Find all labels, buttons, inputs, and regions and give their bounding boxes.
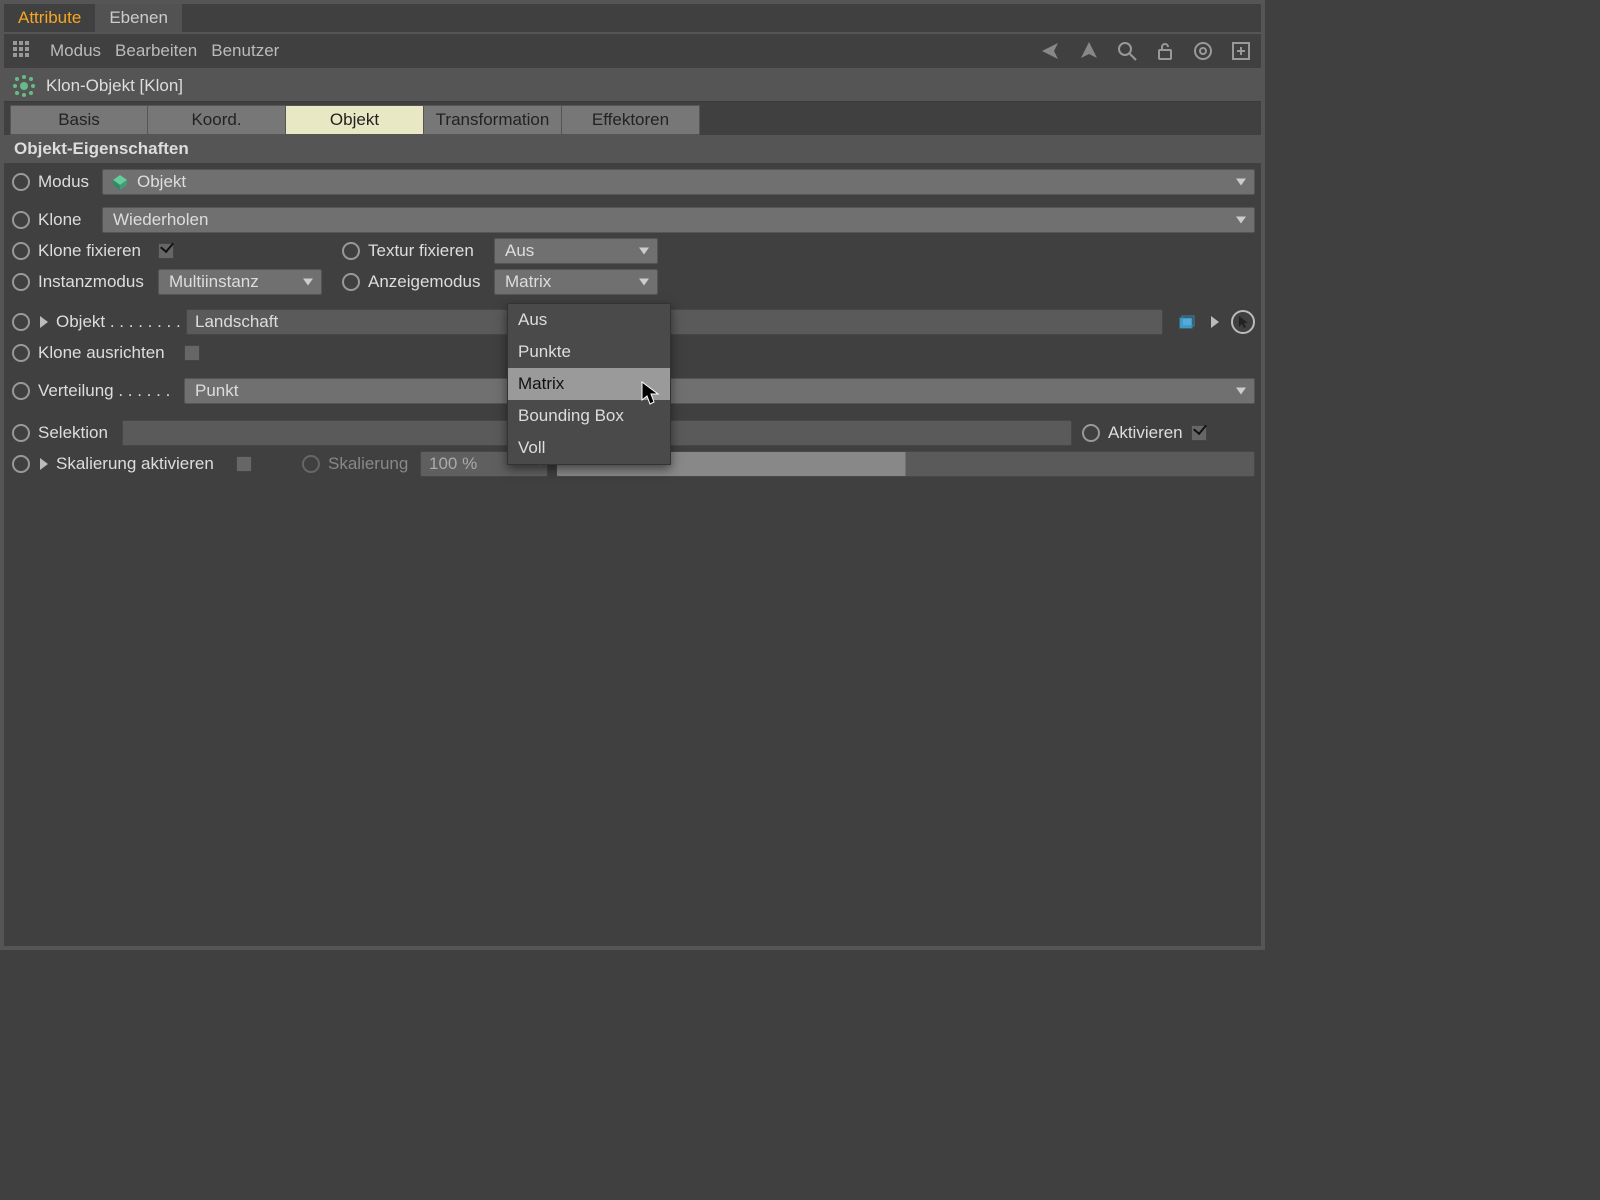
row-klone: Klone Wiederholen <box>10 205 1255 235</box>
anim-dot[interactable] <box>12 211 30 229</box>
nav-up-icon[interactable] <box>1075 37 1103 65</box>
subtab-transformation[interactable]: Transformation <box>424 105 562 135</box>
object-title: Klon-Objekt [Klon] <box>46 76 183 96</box>
dropdown-anzeigemodus[interactable]: Matrix <box>494 269 658 295</box>
checkbox-aktivieren[interactable] <box>1191 425 1207 441</box>
anim-dot[interactable] <box>12 382 30 400</box>
label-modus: Modus <box>38 172 94 192</box>
dropdown-anzeige-value: Matrix <box>505 272 551 292</box>
label-instanzmodus: Instanzmodus <box>38 272 150 292</box>
picker-icon[interactable] <box>1231 310 1255 334</box>
subtab-effektoren[interactable]: Effektoren <box>562 105 700 135</box>
anim-dot[interactable] <box>342 273 360 291</box>
label-skal-aktiv: Skalierung aktivieren <box>56 454 228 474</box>
label-klone-fixieren: Klone fixieren <box>38 241 150 261</box>
lock-icon[interactable] <box>1151 37 1179 65</box>
grid-icon[interactable] <box>10 38 36 64</box>
label-aktivieren: Aktivieren <box>1108 423 1183 443</box>
row-modus: Modus Objekt <box>10 167 1255 197</box>
label-anzeigemodus: Anzeigemodus <box>368 272 486 292</box>
chevron-down-icon <box>639 248 649 255</box>
chevron-down-icon <box>1236 217 1246 224</box>
anim-dot[interactable] <box>1082 424 1100 442</box>
menu-bar: Modus Bearbeiten Benutzer <box>4 34 1261 70</box>
row-instanz: Instanzmodus Multiinstanz Anzeigemodus M… <box>10 267 1255 297</box>
dropdown-klone[interactable]: Wiederholen <box>102 207 1255 233</box>
object-header: Klon-Objekt [Klon] <box>4 70 1261 102</box>
search-icon[interactable] <box>1113 37 1141 65</box>
checkbox-klone-ausrichten[interactable] <box>184 345 200 361</box>
dropdown-verteilung[interactable]: Punkt <box>184 378 1255 404</box>
label-klone-ausrichten: Klone ausrichten <box>38 343 176 363</box>
section-header: Objekt-Eigenschaften <box>4 135 1261 163</box>
anim-dot[interactable] <box>12 424 30 442</box>
top-tabs: Attribute Ebenen <box>4 4 1261 34</box>
expand-arrow-icon[interactable] <box>40 458 48 470</box>
tab-attribute[interactable]: Attribute <box>4 4 95 32</box>
label-textur-fixieren: Textur fixieren <box>368 241 486 261</box>
add-icon[interactable] <box>1227 37 1255 65</box>
subtab-koord[interactable]: Koord. <box>148 105 286 135</box>
anim-dot[interactable] <box>12 344 30 362</box>
subtab-objekt[interactable]: Objekt <box>286 105 424 135</box>
sub-tabs: Basis Koord. Objekt Transformation Effek… <box>4 102 1261 135</box>
anim-dot[interactable] <box>12 173 30 191</box>
anim-dot[interactable] <box>12 273 30 291</box>
dropdown-instanz-value: Multiinstanz <box>169 272 259 292</box>
objekt-mode-icon <box>111 173 129 191</box>
dropdown-modus[interactable]: Objekt <box>102 169 1255 195</box>
dropdown-textur-value: Aus <box>505 241 534 261</box>
subtab-basis[interactable]: Basis <box>10 105 148 135</box>
dropdown-verteilung-value: Punkt <box>195 381 238 401</box>
link-icon[interactable] <box>1175 310 1199 334</box>
dropdown-klone-value: Wiederholen <box>113 210 208 230</box>
chevron-down-icon <box>639 279 649 286</box>
expand-arrow-icon[interactable] <box>40 316 48 328</box>
objekt-field-icons <box>1175 310 1255 334</box>
option-bounding-box[interactable]: Bounding Box <box>508 400 670 432</box>
dropdown-modus-value: Objekt <box>137 172 186 192</box>
anim-dot[interactable] <box>12 313 30 331</box>
dropdown-textur-fixieren[interactable]: Aus <box>494 238 658 264</box>
anim-dot[interactable] <box>12 242 30 260</box>
option-matrix[interactable]: Matrix <box>508 368 670 400</box>
input-skalierung-value: 100 % <box>429 454 477 474</box>
option-punkte[interactable]: Punkte <box>508 336 670 368</box>
anim-dot[interactable] <box>342 242 360 260</box>
anim-dot[interactable] <box>12 455 30 473</box>
anzeigemodus-menu: Aus Punkte Matrix Bounding Box Voll <box>507 303 671 465</box>
chevron-down-icon <box>303 279 313 286</box>
menu-modus[interactable]: Modus <box>50 41 101 61</box>
menu-right-icons <box>1037 37 1255 65</box>
label-verteilung: Verteilung . . . . . . <box>38 381 176 401</box>
field-objekt[interactable]: Landschaft <box>186 309 1163 335</box>
checkbox-klone-fixieren[interactable] <box>158 243 174 259</box>
tab-ebenen[interactable]: Ebenen <box>95 4 182 32</box>
chevron-down-icon <box>1236 388 1246 395</box>
label-skalierung: Skalierung <box>328 454 412 474</box>
label-selektion: Selektion <box>38 423 114 443</box>
field-objekt-value: Landschaft <box>195 312 278 332</box>
menu-bearbeiten[interactable]: Bearbeiten <box>115 41 197 61</box>
menu-benutzer[interactable]: Benutzer <box>211 41 279 61</box>
option-voll[interactable]: Voll <box>508 432 670 464</box>
cloner-icon <box>12 74 36 98</box>
anim-dot[interactable] <box>302 455 320 473</box>
label-objekt: Objekt . . . . . . . . <box>56 312 178 332</box>
checkbox-skal-aktiv[interactable] <box>236 456 252 472</box>
row-fixieren: Klone fixieren Textur fixieren Aus <box>10 236 1255 266</box>
target-icon[interactable] <box>1189 37 1217 65</box>
chevron-down-icon <box>1236 179 1246 186</box>
label-klone: Klone <box>38 210 94 230</box>
go-arrow-icon[interactable] <box>1203 310 1227 334</box>
option-aus[interactable]: Aus <box>508 304 670 336</box>
properties-panel: Modus Objekt Klone Wiederholen Klone fix… <box>4 163 1261 484</box>
dropdown-instanzmodus[interactable]: Multiinstanz <box>158 269 322 295</box>
nav-back-icon[interactable] <box>1037 37 1065 65</box>
